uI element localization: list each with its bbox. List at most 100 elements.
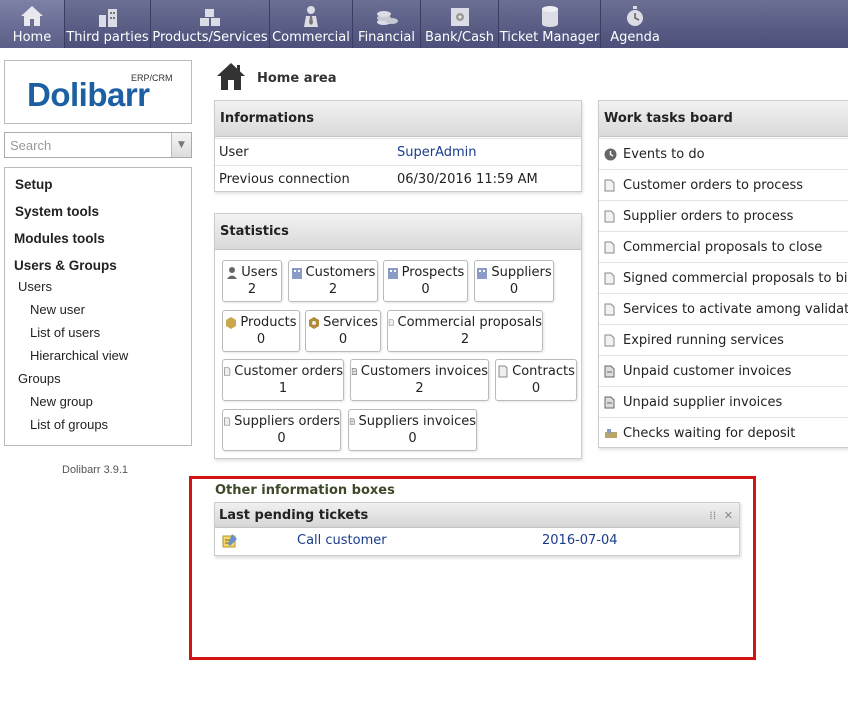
menu-commercial-label: Commercial xyxy=(272,30,350,45)
stat-suppliers-value: 0 xyxy=(509,282,519,297)
left-menu-hierarchical-view[interactable]: Hierarchical view xyxy=(30,348,128,363)
stat-customers-value: 2 xyxy=(328,282,338,297)
stat-commercial-proposals-label: Commercial proposals xyxy=(397,315,542,330)
left-menu-modules-tools[interactable]: Modules tools xyxy=(14,231,105,246)
left-menu-setup[interactable]: Setup xyxy=(15,177,53,192)
task-checks-deposit[interactable]: Checks waiting for deposit xyxy=(599,417,848,448)
pending-tickets-title: Last pending tickets xyxy=(219,508,369,523)
stat-suppliers-orders[interactable]: Suppliers orders 0 xyxy=(222,409,341,451)
top-menu: Home Third parties Products/Services Com… xyxy=(0,0,848,48)
database-icon xyxy=(541,6,558,27)
clock-icon xyxy=(627,6,643,26)
left-menu-users-groups[interactable]: Users & Groups xyxy=(14,258,117,273)
building-icon xyxy=(477,268,488,279)
stat-suppliers[interactable]: Suppliers 0 xyxy=(474,260,554,302)
logo[interactable]: ERP/CRM Dolibarr xyxy=(4,60,192,124)
task-label: Customer orders to process xyxy=(623,178,803,193)
document-icon xyxy=(604,179,615,192)
task-label: Signed commercial proposals to bill xyxy=(623,271,848,286)
task-label: Unpaid supplier invoices xyxy=(623,395,783,410)
info-prev-label: Previous connection xyxy=(219,172,350,187)
menu-ticket-manager[interactable]: Ticket Manager xyxy=(499,0,601,48)
chevron-down-icon[interactable]: ▼ xyxy=(171,133,191,157)
menu-agenda[interactable]: Agenda xyxy=(601,0,669,48)
stat-prospects-value: 0 xyxy=(421,282,430,297)
ticket-label-link[interactable]: Call customer xyxy=(297,533,387,548)
menu-agenda-label: Agenda xyxy=(610,30,660,45)
task-unpaid-supplier-invoices[interactable]: Unpaid supplier invoices xyxy=(599,386,848,417)
ticket-row[interactable]: Call customer 2016-07-04 xyxy=(215,528,739,555)
menu-products-services[interactable]: Products/Services xyxy=(151,0,270,48)
stat-customers[interactable]: Customers 2 xyxy=(288,260,378,302)
stat-commercial-proposals[interactable]: Commercial proposals 2 xyxy=(387,310,543,352)
stat-contracts[interactable]: Contracts 0 xyxy=(495,359,577,401)
task-label: Expired running services xyxy=(623,333,784,348)
stat-suppliers-orders-value: 0 xyxy=(277,431,286,446)
task-services-activate[interactable]: Services to activate among validated co xyxy=(599,293,848,324)
left-menu-system-tools[interactable]: System tools xyxy=(15,204,99,219)
task-events-to-do[interactable]: Events to do xyxy=(599,138,848,169)
statistics-title: Statistics xyxy=(215,214,581,250)
document-icon xyxy=(604,241,615,254)
stat-services[interactable]: Services 0 xyxy=(305,310,381,352)
left-menu-list-groups[interactable]: List of groups xyxy=(30,417,108,432)
document-icon xyxy=(224,367,231,376)
clock-icon xyxy=(604,148,617,161)
statistics-panel: Statistics Users 2 Customers 2 Prospects… xyxy=(214,213,582,459)
safe-icon xyxy=(450,8,469,26)
stat-products[interactable]: Products 0 xyxy=(222,310,300,352)
left-menu-list-users[interactable]: List of users xyxy=(30,325,100,340)
info-user-link[interactable]: SuperAdmin xyxy=(397,139,477,166)
page-title: Home area xyxy=(257,71,337,86)
menu-home[interactable]: Home xyxy=(0,0,65,48)
left-menu-groups[interactable]: Groups xyxy=(18,371,61,386)
left-menu-new-user[interactable]: New user xyxy=(30,302,85,317)
drag-handle-icon[interactable]: ⁞⁞ xyxy=(709,509,716,522)
stat-users-value: 2 xyxy=(247,282,257,297)
informations-title: Informations xyxy=(215,101,581,137)
stat-contracts-label: Contracts xyxy=(512,364,575,379)
left-menu-new-group[interactable]: New group xyxy=(30,394,93,409)
menu-commercial[interactable]: Commercial xyxy=(270,0,353,48)
stat-suppliers-orders-label: Suppliers orders xyxy=(234,414,340,429)
task-expired-services[interactable]: Expired running services xyxy=(599,324,848,355)
search-input[interactable] xyxy=(5,133,171,157)
task-proposals-bill[interactable]: Signed commercial proposals to bill xyxy=(599,262,848,293)
stat-customers-invoices[interactable]: Customers invoices 2 xyxy=(350,359,489,401)
menu-third-parties[interactable]: Third parties xyxy=(65,0,151,48)
menu-third-parties-label: Third parties xyxy=(66,30,149,45)
menu-products-services-label: Products/Services xyxy=(152,30,268,45)
stat-suppliers-invoices[interactable]: Suppliers invoices 0 xyxy=(348,409,477,451)
info-user-label: User xyxy=(219,145,249,160)
menu-financial[interactable]: Financial xyxy=(353,0,421,48)
invoice-icon xyxy=(604,365,615,378)
stat-customer-orders[interactable]: Customer orders 1 xyxy=(222,359,344,401)
task-proposals-close[interactable]: Commercial proposals to close xyxy=(599,231,848,262)
info-row-previous-connection: Previous connection 06/30/2016 11:59 AM xyxy=(215,165,581,192)
stat-products-value: 0 xyxy=(256,332,266,347)
home-icon xyxy=(217,63,245,90)
left-menu-users[interactable]: Users xyxy=(18,279,52,294)
task-unpaid-customer-invoices[interactable]: Unpaid customer invoices xyxy=(599,355,848,386)
work-tasks-title: Work tasks board xyxy=(599,101,848,137)
task-customer-orders[interactable]: Customer orders to process xyxy=(599,169,848,200)
menu-ticket-manager-label: Ticket Manager xyxy=(499,30,600,45)
left-menu: Setup System tools Modules tools Users &… xyxy=(4,167,192,446)
stat-commercial-proposals-value: 2 xyxy=(460,332,470,347)
document-icon xyxy=(604,210,615,223)
stat-users[interactable]: Users 2 xyxy=(222,260,282,302)
document-icon xyxy=(224,417,231,426)
close-icon[interactable]: ✕ xyxy=(724,509,733,522)
pending-tickets-panel: Last pending tickets ⁞⁞ ✕ Call customer … xyxy=(214,502,740,556)
bank-check-icon xyxy=(605,429,617,438)
building-icon xyxy=(387,268,398,279)
menu-home-label: Home xyxy=(12,30,52,45)
ticket-icon xyxy=(222,534,237,548)
menu-bank-cash[interactable]: Bank/Cash xyxy=(421,0,499,48)
logo-wordmark: Dolibarr xyxy=(27,76,150,113)
stat-prospects[interactable]: Prospects 0 xyxy=(383,260,468,302)
work-tasks-panel: Work tasks board Events to do Customer o… xyxy=(598,100,848,448)
building-icon xyxy=(291,268,302,279)
task-label: Services to activate among validated co xyxy=(623,302,848,317)
task-supplier-orders[interactable]: Supplier orders to process xyxy=(599,200,848,231)
